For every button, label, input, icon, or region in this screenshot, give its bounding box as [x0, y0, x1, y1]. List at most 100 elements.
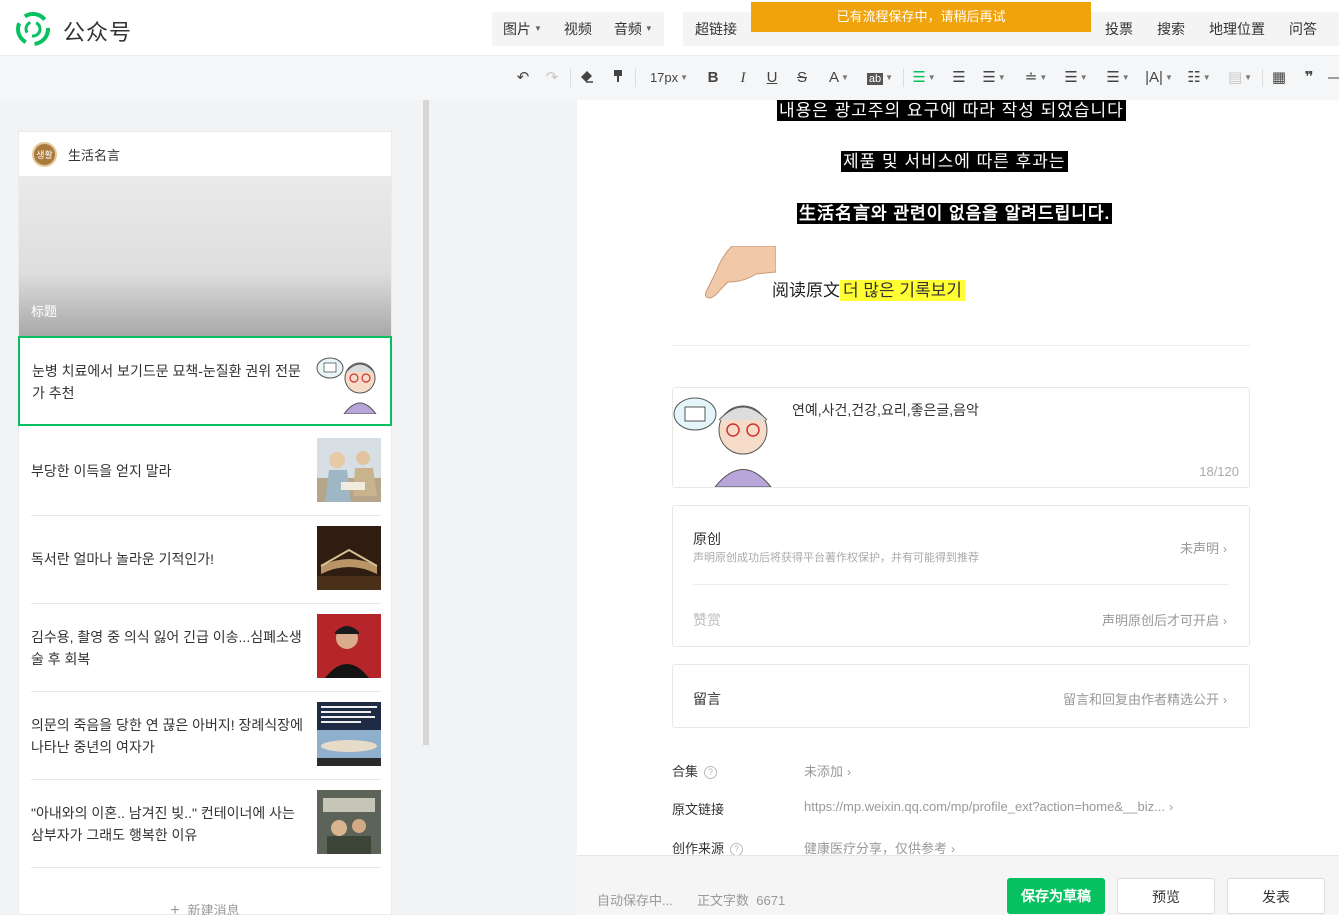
article-thumbnail	[317, 702, 381, 766]
content-line[interactable]: 내용은 광고주의 요구에 따라 작성 되었습니다	[777, 96, 1126, 121]
original-label: 原创	[693, 531, 721, 547]
media-tool-group: 图片 ▼ 视频 音频 ▼	[492, 12, 664, 46]
divider	[672, 345, 1250, 346]
comment-label: 留言	[693, 691, 721, 707]
background-color-button[interactable]: ab ▼	[864, 68, 896, 88]
chevron-right-icon: ›	[1168, 800, 1173, 814]
editor-area: 내용은 광고주의 요구에 따라 작성 되었습니다 제품 및 서비스에 따른 후과…	[577, 100, 1339, 915]
float-icon[interactable]: ▤ ▼	[1226, 68, 1254, 88]
font-color-button[interactable]: A ▼	[824, 68, 854, 88]
autosave-status: 自动保存中...	[597, 893, 673, 908]
vertical-spacing-icon[interactable]: ≐ ▼	[1021, 68, 1051, 88]
source-link-label: 原文链接	[672, 802, 725, 817]
justify-icon[interactable]: ☰ ▼	[980, 68, 1008, 88]
top-header: 公众号 图片 ▼ 视频 音频 ▼ 超链接 投票 搜索 地理位置 问答	[0, 0, 1339, 56]
original-description: 声明原创成功后将获得平台著作权保护，并有可能得到推荐	[693, 552, 979, 564]
insert-location-button[interactable]: 地理位置	[1209, 12, 1265, 46]
chevron-right-icon: ›	[1223, 693, 1227, 707]
article-thumbnail	[317, 438, 381, 502]
line-height-icon[interactable]: ☰ ▼	[1062, 68, 1090, 88]
paragraph-spacing-icon[interactable]: ☰ ▼	[1103, 68, 1133, 88]
wechat-mp-logo-icon	[16, 12, 50, 46]
summary-cover-image	[673, 388, 775, 487]
italic-button[interactable]: I	[734, 68, 752, 88]
article-thumbnail	[316, 350, 380, 414]
pointing-hand-icon	[705, 246, 776, 299]
bottom-action-bar: 自动保存中... 正文字数 6671 保存为草稿 预览 发表	[577, 855, 1339, 915]
summary-input[interactable]: 연예,사건,건강,요리,좋은글,음악	[792, 400, 979, 420]
underline-button[interactable]: U	[763, 68, 781, 88]
publish-button[interactable]: 发表	[1227, 878, 1325, 914]
chevron-right-icon: ›	[1223, 614, 1227, 628]
collection-label: 合集?	[672, 761, 718, 780]
format-toolbar: ↶ ↷ 17px ▼ B I U S A ▼ ab ▼ ☰ ▼ ☰ ☰ ▼ ≐ ▼ ☰ ▼ ☰…	[0, 56, 1339, 100]
eraser-icon[interactable]	[578, 68, 596, 88]
comment-status: 留言和回复由作者精选公开 ›	[1062, 692, 1227, 707]
read-more-link[interactable]: 더 많은 기록보기	[840, 280, 965, 301]
account-row: 생활 生活名言	[19, 132, 391, 176]
original-status: 未声明 ›	[1179, 541, 1227, 556]
word-count: 正文字数 6671	[697, 893, 786, 908]
list-item[interactable]: 독서란 얼마나 놀라운 기적인가!	[31, 516, 381, 604]
collection-value[interactable]: 未添加 ›	[804, 761, 851, 780]
account-name: 生活名言	[68, 147, 121, 163]
read-original-text: 阅读原文 더 많은 기록보기	[772, 276, 965, 301]
insert-hyperlink-button[interactable]: 超链接	[695, 12, 737, 46]
chevron-right-icon: ›	[951, 842, 956, 856]
content-line[interactable]: 제품 및 서비스에 따른 후과는	[841, 147, 1068, 172]
list-icon[interactable]: ☷ ▼	[1185, 68, 1213, 88]
divider-line-icon[interactable]: —	[1328, 68, 1339, 88]
summary-char-count: 18/120	[1199, 464, 1239, 479]
insert-video-button[interactable]: 视频	[553, 12, 603, 46]
saving-toast: 已有流程保存中，请稍后再试	[751, 2, 1091, 32]
article-thumbnail	[317, 614, 381, 678]
panel-scrollbar[interactable]	[423, 100, 429, 745]
chevron-right-icon: ›	[847, 765, 852, 779]
article-thumbnail	[317, 526, 381, 590]
list-item[interactable]: "아내와의 이혼.. 남겨진 빚.." 컨테이너에 사는 삼부자가 그래도 행복…	[31, 780, 381, 868]
new-message-button[interactable]: + 新建消息	[19, 900, 391, 915]
letter-spacing-icon[interactable]: |A| ▼	[1144, 68, 1174, 88]
article-title: 부당한 이득을 얻지 말라	[31, 463, 172, 479]
article-title: "아내와의 이혼.. 남겨진 빚.." 컨테이너에 사는 삼부자가 그래도 행복…	[31, 805, 295, 843]
comment-settings-card[interactable]: 留言 留言和回复由作者精选公开 ›	[672, 664, 1250, 728]
list-item[interactable]: 의문의 죽음을 당한 연 끊은 아버지! 장례식장에 나타난 중년의 여자가	[31, 692, 381, 780]
indent-icon[interactable]: ☰	[950, 68, 968, 88]
format-painter-icon[interactable]	[609, 68, 627, 88]
source-link-value[interactable]: https://mp.weixin.qq.com/mp/profile_ext?…	[804, 799, 1173, 814]
preview-button[interactable]: 预览	[1117, 878, 1215, 914]
list-item[interactable]: 김수용, 촬영 중 의식 잃어 긴급 이송...심폐소생술 후 회복	[31, 604, 381, 692]
reward-label: 赞赏	[693, 612, 721, 628]
list-item[interactable]: 눈병 치료에서 보기드문 묘책-눈질환 권위 전문가 추천	[18, 336, 392, 426]
table-icon[interactable]: ▦	[1270, 68, 1288, 88]
insert-audio-button[interactable]: 音频 ▼	[603, 12, 664, 46]
insert-image-button[interactable]: 图片 ▼	[492, 12, 553, 46]
insert-qa-button[interactable]: 问答	[1289, 12, 1317, 46]
strikethrough-button[interactable]: S	[793, 68, 811, 88]
plus-icon: +	[170, 902, 180, 915]
original-settings-card: 原创 声明原创成功后将获得平台著作权保护，并有可能得到推荐 未声明 › 赞赏 声明…	[672, 505, 1250, 647]
font-size-select[interactable]: 17px ▼	[645, 68, 693, 88]
article-title: 의문의 죽음을 당한 연 끊은 아버지! 장례식장에 나타난 중년의 여자가	[31, 717, 303, 755]
bold-button[interactable]: B	[704, 68, 722, 88]
cover-article[interactable]: 标题	[19, 176, 391, 336]
chevron-right-icon: ›	[1223, 542, 1227, 556]
summary-card[interactable]: 연예,사건,건강,요리,좋은글,음악 18/120	[672, 387, 1250, 488]
list-item[interactable]: 부당한 이득을 얻지 말라	[31, 428, 381, 516]
redo-icon[interactable]: ↷	[543, 68, 561, 88]
content-line[interactable]: 生活名言와 관련이 없음을 알려드립니다.	[797, 199, 1113, 224]
caret-down-icon: ▼	[644, 24, 653, 33]
align-center-icon[interactable]: ☰ ▼	[910, 68, 938, 88]
article-title: 눈병 치료에서 보기드문 묘책-눈질환 권위 전문가 추천	[32, 363, 301, 401]
insert-vote-button[interactable]: 投票	[1105, 12, 1133, 46]
save-draft-button[interactable]: 保存为草稿	[1007, 878, 1105, 914]
article-thumbnail	[317, 790, 381, 854]
article-title: 독서란 얼마나 놀라운 기적인가!	[31, 551, 214, 567]
insert-search-button[interactable]: 搜索	[1157, 12, 1185, 46]
reward-status: 声明原创后才可开启 ›	[1101, 613, 1227, 628]
quote-icon[interactable]: ❞	[1300, 68, 1318, 88]
help-icon[interactable]: ?	[704, 766, 718, 779]
article-title: 김수용, 촬영 중 의식 잃어 긴급 이송...심폐소생술 후 회복	[31, 629, 302, 667]
undo-icon[interactable]: ↶	[514, 68, 532, 88]
cover-title: 标题	[31, 304, 58, 319]
